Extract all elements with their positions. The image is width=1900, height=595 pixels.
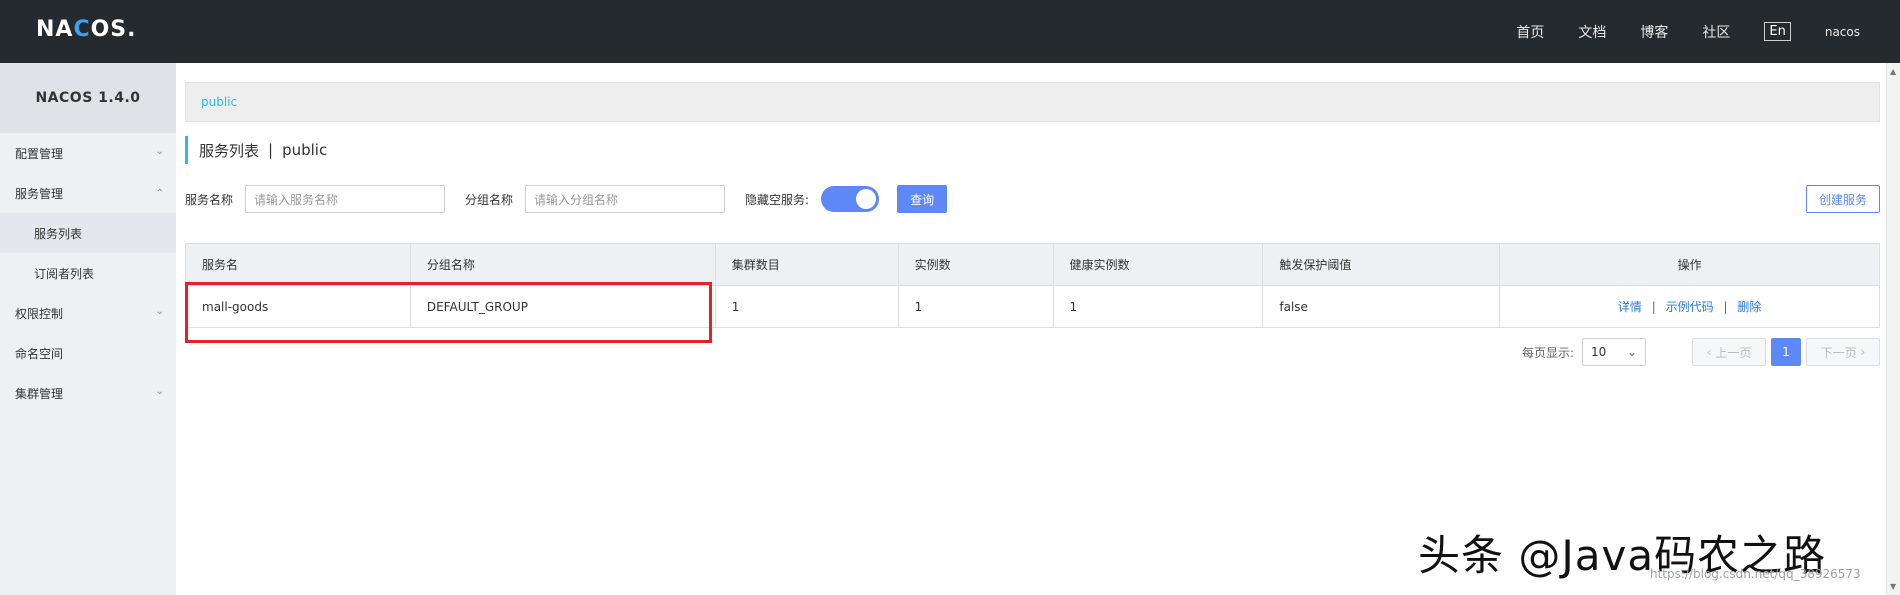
page-title-main: 服务列表 <box>199 141 260 160</box>
sidebar-item-service-list[interactable]: 服务列表 <box>0 213 176 253</box>
chevron-down-icon: ⌄ <box>155 386 164 397</box>
detail-link[interactable]: 详情 <box>1618 300 1642 314</box>
query-button[interactable]: 查询 <box>897 185 948 213</box>
nacos-logo[interactable]: NACOS. <box>36 17 137 42</box>
page-1-button[interactable]: 1 <box>1771 338 1801 366</box>
page-scrollbar[interactable]: ▲ ▼ <box>1886 63 1900 595</box>
page-title: 服务列表 | public <box>185 136 327 164</box>
page-size-select[interactable]: 10 ⌄ <box>1582 338 1646 366</box>
hide-empty-toggle[interactable] <box>821 186 880 212</box>
toggle-knob <box>856 189 877 209</box>
hide-empty-label: 隐藏空服务: <box>745 192 810 207</box>
sidebar-item-label: 配置管理 <box>15 146 64 161</box>
sidebar-item-subscriber-list[interactable]: 订阅者列表 <box>0 253 176 293</box>
page-size-value: 10 <box>1591 345 1607 359</box>
col-healthy-count: 健康实例数 <box>1052 243 1264 286</box>
nav-community[interactable]: 社区 <box>1702 22 1730 42</box>
chevron-down-icon: ⌄ <box>155 146 164 157</box>
cell-instance-count: 1 <box>897 285 1054 328</box>
sidebar-item-config[interactable]: 配置管理 ⌄ <box>0 133 176 173</box>
filter-bar: 服务名称 请输入服务名称 分组名称 请输入分组名称 隐藏空服务: 查询 创建服务 <box>185 184 1880 214</box>
col-cluster-count: 集群数目 <box>714 243 899 286</box>
sidebar-item-label: 命名空间 <box>15 346 64 361</box>
prev-label: 上一页 <box>1715 345 1752 360</box>
scroll-up-icon[interactable]: ▲ <box>1890 67 1896 76</box>
table-header-row: 服务名 分组名称 集群数目 实例数 健康实例数 触发保护阈值 操作 <box>185 243 1880 286</box>
page-size-label: 每页显示: <box>1521 345 1574 360</box>
chevron-right-icon: › <box>1860 345 1866 359</box>
scroll-down-icon[interactable]: ▼ <box>1890 582 1896 591</box>
sidebar-title: NACOS 1.4.0 <box>0 63 176 133</box>
sample-code-link[interactable]: 示例代码 <box>1666 300 1714 314</box>
op-separator: | <box>1723 300 1728 314</box>
sidebar-item-label: 服务管理 <box>15 186 64 201</box>
pagination: 每页显示: 10 ⌄ ‹ 上一页 1 下一页 › <box>1522 338 1880 366</box>
col-instance-count: 实例数 <box>897 243 1054 286</box>
cell-threshold: false <box>1262 285 1501 328</box>
chevron-down-icon: ⌄ <box>155 306 164 317</box>
page-title-namespace: public <box>282 141 328 159</box>
sidebar: NACOS 1.4.0 配置管理 ⌄ 服务管理 ⌃ 服务列表 订阅者列表 权限控… <box>0 63 176 595</box>
chevron-left-icon: ‹ <box>1706 345 1712 359</box>
next-page-button[interactable]: 下一页 › <box>1806 338 1880 366</box>
chevron-up-icon: ⌃ <box>155 188 164 199</box>
sidebar-item-cluster[interactable]: 集群管理 ⌄ <box>0 373 176 413</box>
col-group-name: 分组名称 <box>409 243 716 286</box>
cell-operations: 详情 | 示例代码 | 删除 <box>1499 285 1880 328</box>
sidebar-item-label: 集群管理 <box>15 386 64 401</box>
nav-docs[interactable]: 文档 <box>1578 22 1606 42</box>
service-table: 服务名 分组名称 集群数目 实例数 健康实例数 触发保护阈值 操作 mall-g… <box>185 243 1880 328</box>
user-name[interactable]: nacos <box>1825 25 1860 39</box>
col-threshold: 触发保护阈值 <box>1262 243 1501 286</box>
cell-healthy-count: 1 <box>1052 285 1264 328</box>
language-switch[interactable]: En <box>1764 22 1791 41</box>
cell-cluster-count: 1 <box>714 285 899 328</box>
service-name-input[interactable]: 请输入服务名称 <box>245 185 446 213</box>
nav-home[interactable]: 首页 <box>1516 22 1544 42</box>
top-navbar: NACOS. 首页 文档 博客 社区 En nacos <box>0 0 1900 63</box>
delete-link[interactable]: 删除 <box>1737 300 1761 314</box>
group-name-input[interactable]: 请输入分组名称 <box>525 185 726 213</box>
main-content: public 服务列表 | public 服务名称 请输入服务名称 分组名称 请… <box>176 63 1886 595</box>
nav-blog[interactable]: 博客 <box>1640 22 1668 42</box>
namespace-breadcrumb: public <box>185 82 1880 122</box>
top-nav: 首页 文档 博客 社区 En nacos <box>1482 0 1860 63</box>
service-name-label: 服务名称 <box>185 192 234 207</box>
prev-page-button[interactable]: ‹ 上一页 <box>1692 338 1766 366</box>
page-title-sep: | <box>268 141 274 159</box>
namespace-link[interactable]: public <box>201 95 237 109</box>
col-operations: 操作 <box>1499 243 1880 286</box>
next-label: 下一页 <box>1820 345 1857 360</box>
chevron-down-icon: ⌄ <box>1626 345 1637 359</box>
sidebar-item-namespace[interactable]: 命名空间 <box>0 333 176 373</box>
sidebar-item-auth[interactable]: 权限控制 ⌄ <box>0 293 176 333</box>
sidebar-item-label: 权限控制 <box>15 306 64 321</box>
table-row: mall-goods DEFAULT_GROUP 1 1 1 false 详情 … <box>185 285 1880 328</box>
create-service-button[interactable]: 创建服务 <box>1806 185 1880 213</box>
group-name-label: 分组名称 <box>465 192 514 207</box>
sidebar-item-service[interactable]: 服务管理 ⌃ <box>0 173 176 213</box>
cell-group-name: DEFAULT_GROUP <box>409 285 716 328</box>
col-service-name: 服务名 <box>185 243 411 286</box>
cell-service-name: mall-goods <box>185 285 411 328</box>
watermark-url: https://blog.csdn.net/qq_38926573 <box>1650 567 1861 581</box>
op-separator: | <box>1651 300 1656 314</box>
